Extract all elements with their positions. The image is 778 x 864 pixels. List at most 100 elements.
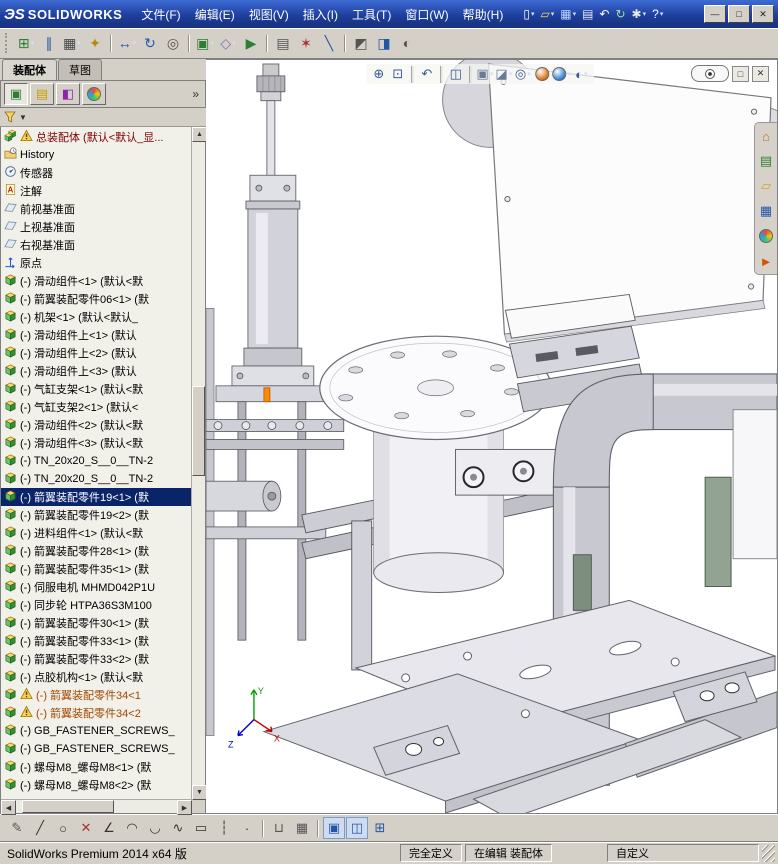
restore-document-button[interactable]: □ [732,65,749,82]
exploded-view-icon[interactable]: ✶ [295,32,317,54]
tree-item[interactable]: (-) 箭翼装配零件30<1> (默 [1,614,192,632]
tree-item[interactable]: (-) 箭翼装配零件19<1> (默 [1,488,192,506]
view-palette-icon[interactable]: ▦ [758,203,774,219]
tree-item[interactable]: (-) 进料组件<1> (默认<默 [1,524,192,542]
menu-edit[interactable]: 编辑(E) [188,3,242,26]
resize-grip[interactable] [762,844,775,862]
insert-components-icon[interactable]: ⊞ ▾ [15,32,37,54]
tree-item[interactable]: (-) 箭翼装配零件33<1> (默 [1,632,192,650]
options-icon[interactable]: ✱ ▾ [629,4,650,24]
tree-item[interactable]: (-) 滑动组件<1> (默认<默 [1,272,192,290]
tree-item[interactable]: 上视基准面 [1,218,192,236]
assembly-features-icon[interactable]: ▣ ▾ [194,32,216,54]
tangent-arc-icon[interactable]: ◠ [121,817,143,839]
edit-appearance-icon[interactable] [533,65,550,83]
menu-view[interactable]: 视图(V) [242,3,296,26]
section-view-icon[interactable]: ◫ [447,65,464,83]
scroll-track[interactable] [192,142,205,785]
smart-dimension-icon[interactable]: ∠ [98,817,120,839]
tree-item[interactable]: (-) 箭翼装配零件34<2 [1,704,192,722]
tree-horizontal-scrollbar[interactable]: ◀ ▶ [1,799,192,815]
zoom-to-area-icon[interactable]: ⊡ [389,65,406,83]
scroll-right-arrow[interactable]: ▶ [177,800,192,815]
tree-item[interactable]: (-) 滑动组件上<3> (默认 [1,362,192,380]
rotate-component-icon[interactable]: ↻ [139,32,161,54]
sketch-icon[interactable]: ✎ [6,817,28,839]
tab-assembly[interactable]: 装配体 [2,59,57,80]
tree-item[interactable]: 总装配体 (默认<默认_显... [1,128,192,146]
filter-funnel-icon[interactable] [4,111,16,123]
tree-vertical-scrollbar[interactable]: ▲ ▼ [191,127,207,800]
tree-item[interactable]: (-) 伺服电机 MHMD042P1U [1,578,192,596]
3d-model-view[interactable]: Y X Z [206,60,777,813]
hide-show-items-icon[interactable]: ◎ ▾ [514,65,531,83]
tree-item[interactable]: 原点 [1,254,192,272]
filter-dropdown-arrow[interactable]: ▼ [19,113,27,122]
tree-item[interactable]: (-) 滑动组件上<2> (默认 [1,344,192,362]
bill-of-materials-icon[interactable]: ▤ [272,32,294,54]
view-orientation-icon[interactable]: ▣ ▾ [476,65,493,83]
print-icon[interactable]: ▤ [579,4,596,24]
close-document-button[interactable]: ✕ [752,65,769,82]
circle-icon[interactable]: ○ [52,817,74,839]
trim-entities-icon[interactable]: ✕ [75,817,97,839]
toolbar-grip[interactable] [5,33,10,53]
point-icon[interactable]: · [236,817,258,839]
tab-sketch[interactable]: 草图 [58,59,102,80]
tree-item[interactable]: History [1,146,192,164]
line-icon[interactable]: ╱ [29,817,51,839]
apply-scene-icon[interactable]: ▾ [552,65,571,83]
menu-file[interactable]: 文件(F) [134,3,187,26]
tree-item[interactable]: (-) 点胶机构<1> (默认<默 [1,668,192,686]
scroll-thumb[interactable] [192,386,205,477]
instant2d-icon[interactable]: ◫ [346,817,368,839]
status-custom-dropdown[interactable]: 自定义 [607,844,759,862]
undo-icon[interactable]: ↶ [596,4,612,24]
tree-item[interactable]: (-) 气缸支架2<1> (默认< [1,398,192,416]
scroll-left-arrow[interactable]: ◀ [1,800,16,815]
menu-window[interactable]: 窗口(W) [398,3,455,26]
tree-item[interactable]: (-) GB_FASTENER_SCREWS_ [1,740,192,758]
view-settings-icon[interactable]: ◐ ▾ [573,65,590,83]
tree-item[interactable]: (-) 气缸支架<1> (默认<默 [1,380,192,398]
tree-item[interactable]: (-) 箭翼装配零件34<1 [1,686,192,704]
save-icon[interactable]: ▦ ▾ [557,4,579,24]
configurationmanager-tab[interactable]: ◧ [56,83,80,105]
help-icon[interactable]: ? ▾ [649,4,666,24]
grid-icon[interactable]: ▦ [291,817,313,839]
interference-detection-icon[interactable]: ◩ [350,32,372,54]
menu-insert[interactable]: 插入(I) [296,3,345,26]
new-motion-study-icon[interactable]: ▶ [240,32,262,54]
menu-help[interactable]: 帮助(H) [456,3,511,26]
previous-view-icon[interactable]: ↶ [418,65,435,83]
assembly-visualization-icon[interactable]: ◨ [373,32,395,54]
tree-item[interactable]: (-) 滑动组件<3> (默认<默 [1,434,192,452]
linear-component-pattern-icon[interactable]: ▦ ▾ [61,32,83,54]
file-explorer-icon[interactable]: ▱ [758,178,774,194]
scroll-thumb-horizontal[interactable] [22,800,115,813]
tree-item[interactable]: (-) 箭翼装配零件06<1> (默 [1,290,192,308]
overflow-chevron[interactable]: » [189,87,202,101]
zoom-to-fit-icon[interactable]: ⊕ [370,65,387,83]
appearances-icon[interactable] [758,228,774,244]
shaded-sketch-contours-icon[interactable]: ▣ [323,817,345,839]
tree-item[interactable]: (-) 箭翼装配零件35<1> (默 [1,560,192,578]
display-style-icon[interactable]: ◪ ▾ [495,65,512,83]
open-document-icon[interactable]: ▱ ▾ [537,4,557,24]
corner-rectangle-icon[interactable]: ▭ [190,817,212,839]
tree-item[interactable]: (-) 箭翼装配零件19<2> (默 [1,506,192,524]
featuremanager-design-tree-tab[interactable]: ▣ [4,83,28,105]
smart-fasteners-icon[interactable]: ✦ [84,32,106,54]
move-component-icon[interactable]: ↔ ▾ [116,32,138,54]
scroll-track-horizontal[interactable] [16,800,177,813]
performance-evaluation-icon[interactable]: ◐ [396,32,418,54]
tree-item[interactable]: 右视基准面 [1,236,192,254]
scroll-up-arrow[interactable]: ▲ [192,127,207,142]
close-button[interactable]: ✕ [752,5,774,23]
displaymanager-tab[interactable] [82,83,106,105]
new-document-icon[interactable]: ▯ ▾ [520,4,537,24]
tree-item[interactable]: (-) TN_20x20_S__0__TN-2 [1,470,192,488]
reference-geometry-icon[interactable]: ◇ ▾ [217,32,239,54]
propertymanager-tab[interactable]: ▤ [30,83,54,105]
design-library-icon[interactable]: ▤ [758,153,774,169]
